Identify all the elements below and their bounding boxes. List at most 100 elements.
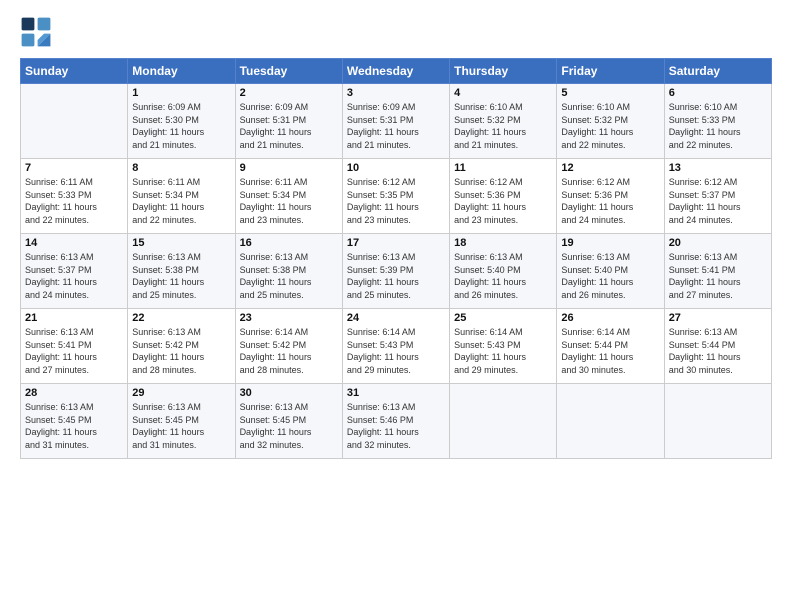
calendar-cell: 12 Sunrise: 6:12 AM Sunset: 5:36 PM Dayli…	[557, 159, 664, 234]
day-number: 29	[132, 387, 230, 399]
day-info: Sunrise: 6:10 AM Sunset: 5:32 PM Dayligh…	[561, 101, 659, 151]
calendar-cell	[557, 384, 664, 459]
day-info: Sunrise: 6:13 AM Sunset: 5:39 PM Dayligh…	[347, 251, 445, 301]
day-number: 7	[25, 162, 123, 174]
calendar-cell: 4 Sunrise: 6:10 AM Sunset: 5:32 PM Daylig…	[450, 84, 557, 159]
day-info: Sunrise: 6:13 AM Sunset: 5:38 PM Dayligh…	[240, 251, 338, 301]
day-info: Sunrise: 6:14 AM Sunset: 5:43 PM Dayligh…	[347, 326, 445, 376]
day-number: 27	[669, 312, 767, 324]
calendar-cell: 17Sunrise: 6:13 AM Sunset: 5:39 PM Dayli…	[342, 234, 449, 309]
weekday-header-row: SundayMondayTuesdayWednesdayThursdayFrid…	[21, 59, 772, 84]
calendar-cell: 2 Sunrise: 6:09 AM Sunset: 5:31 PM Daylig…	[235, 84, 342, 159]
day-info: Sunrise: 6:09 AM Sunset: 5:31 PM Dayligh…	[240, 101, 338, 151]
day-info: Sunrise: 6:14 AM Sunset: 5:42 PM Dayligh…	[240, 326, 338, 376]
week-row-3: 14 Sunrise: 6:13 AM Sunset: 5:37 PM Dayli…	[21, 234, 772, 309]
day-info: Sunrise: 6:13 AM Sunset: 5:40 PM Dayligh…	[454, 251, 552, 301]
day-info: Sunrise: 6:13 AM Sunset: 5:46 PM Dayligh…	[347, 401, 445, 451]
calendar-cell: 14 Sunrise: 6:13 AM Sunset: 5:37 PM Dayli…	[21, 234, 128, 309]
day-number: 13	[669, 162, 767, 174]
day-info: Sunrise: 6:13 AM Sunset: 5:38 PM Dayligh…	[132, 251, 230, 301]
day-info: Sunrise: 6:13 AM Sunset: 5:45 PM Dayligh…	[25, 401, 123, 451]
day-info: Sunrise: 6:13 AM Sunset: 5:41 PM Dayligh…	[25, 326, 123, 376]
day-number: 15	[132, 237, 230, 249]
day-info: Sunrise: 6:13 AM Sunset: 5:42 PM Dayligh…	[132, 326, 230, 376]
calendar-cell: 15 Sunrise: 6:13 AM Sunset: 5:38 PM Dayli…	[128, 234, 235, 309]
day-info: Sunrise: 6:13 AM Sunset: 5:41 PM Dayligh…	[669, 251, 767, 301]
day-info: Sunrise: 6:09 AM Sunset: 5:31 PM Dayligh…	[347, 101, 445, 151]
day-info: Sunrise: 6:13 AM Sunset: 5:37 PM Dayligh…	[25, 251, 123, 301]
day-number: 1	[132, 87, 230, 99]
calendar-cell: 18Sunrise: 6:13 AM Sunset: 5:40 PM Dayli…	[450, 234, 557, 309]
day-number: 31	[347, 387, 445, 399]
day-number: 28	[25, 387, 123, 399]
calendar-cell: 1 Sunrise: 6:09 AM Sunset: 5:30 PM Daylig…	[128, 84, 235, 159]
calendar-cell: 6 Sunrise: 6:10 AM Sunset: 5:33 PM Daylig…	[664, 84, 771, 159]
weekday-header-thursday: Thursday	[450, 59, 557, 84]
page: SundayMondayTuesdayWednesdayThursdayFrid…	[0, 0, 792, 612]
day-number: 9	[240, 162, 338, 174]
calendar-cell: 26Sunrise: 6:14 AM Sunset: 5:44 PM Dayli…	[557, 309, 664, 384]
day-number: 14	[25, 237, 123, 249]
calendar-cell: 19 Sunrise: 6:13 AM Sunset: 5:40 PM Dayli…	[557, 234, 664, 309]
day-info: Sunrise: 6:13 AM Sunset: 5:45 PM Dayligh…	[240, 401, 338, 451]
logo-icon	[20, 16, 52, 48]
weekday-header-saturday: Saturday	[664, 59, 771, 84]
day-info: Sunrise: 6:13 AM Sunset: 5:40 PM Dayligh…	[561, 251, 659, 301]
day-number: 19	[561, 237, 659, 249]
calendar-cell: 24 Sunrise: 6:14 AM Sunset: 5:43 PM Dayli…	[342, 309, 449, 384]
calendar-cell: 10Sunrise: 6:12 AM Sunset: 5:35 PM Dayli…	[342, 159, 449, 234]
day-number: 3	[347, 87, 445, 99]
day-number: 16	[240, 237, 338, 249]
calendar-cell: 29 Sunrise: 6:13 AM Sunset: 5:45 PM Dayli…	[128, 384, 235, 459]
day-number: 20	[669, 237, 767, 249]
day-number: 12	[561, 162, 659, 174]
calendar-cell: 22 Sunrise: 6:13 AM Sunset: 5:42 PM Dayli…	[128, 309, 235, 384]
day-number: 26	[561, 312, 659, 324]
week-row-1: 1 Sunrise: 6:09 AM Sunset: 5:30 PM Daylig…	[21, 84, 772, 159]
day-info: Sunrise: 6:12 AM Sunset: 5:36 PM Dayligh…	[561, 176, 659, 226]
day-number: 2	[240, 87, 338, 99]
day-info: Sunrise: 6:11 AM Sunset: 5:34 PM Dayligh…	[132, 176, 230, 226]
day-number: 4	[454, 87, 552, 99]
day-number: 21	[25, 312, 123, 324]
weekday-header-sunday: Sunday	[21, 59, 128, 84]
day-number: 25	[454, 312, 552, 324]
day-number: 24	[347, 312, 445, 324]
calendar-cell: 21 Sunrise: 6:13 AM Sunset: 5:41 PM Dayli…	[21, 309, 128, 384]
day-number: 23	[240, 312, 338, 324]
calendar-cell: 3 Sunrise: 6:09 AM Sunset: 5:31 PM Daylig…	[342, 84, 449, 159]
day-info: Sunrise: 6:13 AM Sunset: 5:44 PM Dayligh…	[669, 326, 767, 376]
week-row-4: 21 Sunrise: 6:13 AM Sunset: 5:41 PM Dayli…	[21, 309, 772, 384]
week-row-5: 28 Sunrise: 6:13 AM Sunset: 5:45 PM Dayli…	[21, 384, 772, 459]
calendar-cell	[21, 84, 128, 159]
calendar-cell: 31 Sunrise: 6:13 AM Sunset: 5:46 PM Dayli…	[342, 384, 449, 459]
day-number: 22	[132, 312, 230, 324]
calendar-cell: 8Sunrise: 6:11 AM Sunset: 5:34 PM Daylig…	[128, 159, 235, 234]
day-info: Sunrise: 6:09 AM Sunset: 5:30 PM Dayligh…	[132, 101, 230, 151]
calendar-cell	[450, 384, 557, 459]
header	[20, 16, 772, 48]
calendar-cell: 20 Sunrise: 6:13 AM Sunset: 5:41 PM Dayli…	[664, 234, 771, 309]
day-info: Sunrise: 6:10 AM Sunset: 5:32 PM Dayligh…	[454, 101, 552, 151]
day-info: Sunrise: 6:10 AM Sunset: 5:33 PM Dayligh…	[669, 101, 767, 151]
day-number: 6	[669, 87, 767, 99]
day-info: Sunrise: 6:13 AM Sunset: 5:45 PM Dayligh…	[132, 401, 230, 451]
calendar-cell: 5Sunrise: 6:10 AM Sunset: 5:32 PM Daylig…	[557, 84, 664, 159]
day-info: Sunrise: 6:12 AM Sunset: 5:35 PM Dayligh…	[347, 176, 445, 226]
logo	[20, 16, 54, 48]
calendar-cell: 11 Sunrise: 6:12 AM Sunset: 5:36 PM Dayli…	[450, 159, 557, 234]
week-row-2: 7 Sunrise: 6:11 AM Sunset: 5:33 PM Daylig…	[21, 159, 772, 234]
weekday-header-wednesday: Wednesday	[342, 59, 449, 84]
day-info: Sunrise: 6:11 AM Sunset: 5:33 PM Dayligh…	[25, 176, 123, 226]
calendar-cell: 23 Sunrise: 6:14 AM Sunset: 5:42 PM Dayli…	[235, 309, 342, 384]
weekday-header-monday: Monday	[128, 59, 235, 84]
calendar-cell: 27 Sunrise: 6:13 AM Sunset: 5:44 PM Dayli…	[664, 309, 771, 384]
calendar-cell: 16 Sunrise: 6:13 AM Sunset: 5:38 PM Dayli…	[235, 234, 342, 309]
calendar-cell: 7 Sunrise: 6:11 AM Sunset: 5:33 PM Daylig…	[21, 159, 128, 234]
weekday-header-tuesday: Tuesday	[235, 59, 342, 84]
calendar-table: SundayMondayTuesdayWednesdayThursdayFrid…	[20, 58, 772, 459]
day-info: Sunrise: 6:14 AM Sunset: 5:43 PM Dayligh…	[454, 326, 552, 376]
calendar-cell: 25 Sunrise: 6:14 AM Sunset: 5:43 PM Dayli…	[450, 309, 557, 384]
day-info: Sunrise: 6:12 AM Sunset: 5:36 PM Dayligh…	[454, 176, 552, 226]
day-number: 11	[454, 162, 552, 174]
